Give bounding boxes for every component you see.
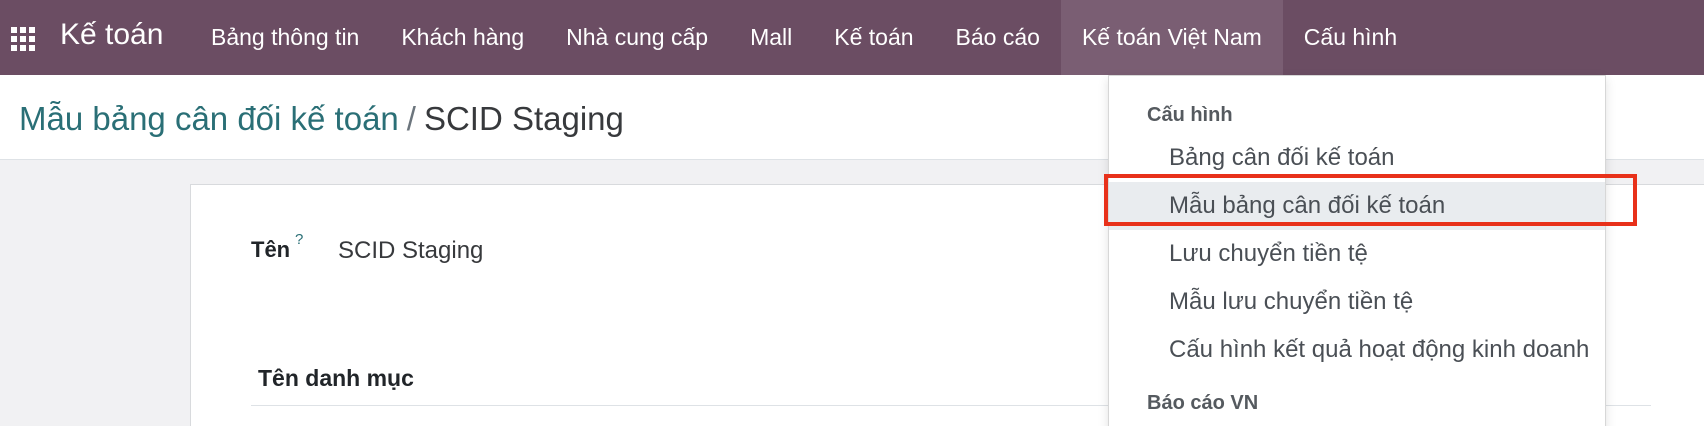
- apps-grid-icon[interactable]: [11, 27, 37, 51]
- dropdown-item-cash-flow[interactable]: Lưu chuyển tiền tệ: [1109, 230, 1605, 278]
- name-field-label: Tên: [251, 237, 291, 262]
- help-tooltip-icon[interactable]: ?: [295, 231, 303, 248]
- menu-item-vietnam-accounting[interactable]: Kế toán Việt Nam: [1060, 0, 1283, 75]
- top-navbar: Kế toán Bảng thông tin Khách hàng Nhà cu…: [0, 0, 1704, 75]
- vietnam-accounting-dropdown: Cấu hình Bảng cân đối kế toán Mẫu bảng c…: [1108, 75, 1606, 426]
- name-field-value[interactable]: SCID Staging: [338, 237, 483, 265]
- menu-item-customers[interactable]: Khách hàng: [380, 0, 545, 75]
- breadcrumb-parent-link[interactable]: Mẫu bảng cân đối kế toán: [19, 100, 399, 137]
- main-menu: Bảng thông tin Khách hàng Nhà cung cấp M…: [190, 0, 1418, 75]
- menu-item-reports[interactable]: Báo cáo: [935, 0, 1061, 75]
- menu-item-accounting[interactable]: Kế toán: [813, 0, 934, 75]
- breadcrumb: Mẫu bảng cân đối kế toán / SCID Staging: [19, 100, 624, 138]
- highlight-annotation-box: [1104, 174, 1637, 226]
- app-brand[interactable]: Kế toán: [60, 18, 163, 52]
- breadcrumb-current: SCID Staging: [423, 100, 624, 137]
- breadcrumb-separator: /: [406, 100, 416, 137]
- menu-item-dashboard[interactable]: Bảng thông tin: [190, 0, 380, 75]
- dropdown-section-configuration: Cấu hình: [1147, 104, 1233, 126]
- dropdown-section-vn-reports: Báo cáo VN: [1147, 392, 1259, 414]
- menu-item-configuration[interactable]: Cấu hình: [1283, 0, 1418, 75]
- menu-item-mall[interactable]: Mall: [729, 0, 813, 75]
- dropdown-item-cash-flow-template[interactable]: Mẫu lưu chuyển tiền tệ: [1109, 278, 1605, 326]
- category-name-column-header[interactable]: Tên danh mục: [258, 365, 414, 392]
- dropdown-item-business-results-config[interactable]: Cấu hình kết quả hoạt động kinh doanh: [1109, 326, 1605, 374]
- menu-item-vendors[interactable]: Nhà cung cấp: [545, 0, 729, 75]
